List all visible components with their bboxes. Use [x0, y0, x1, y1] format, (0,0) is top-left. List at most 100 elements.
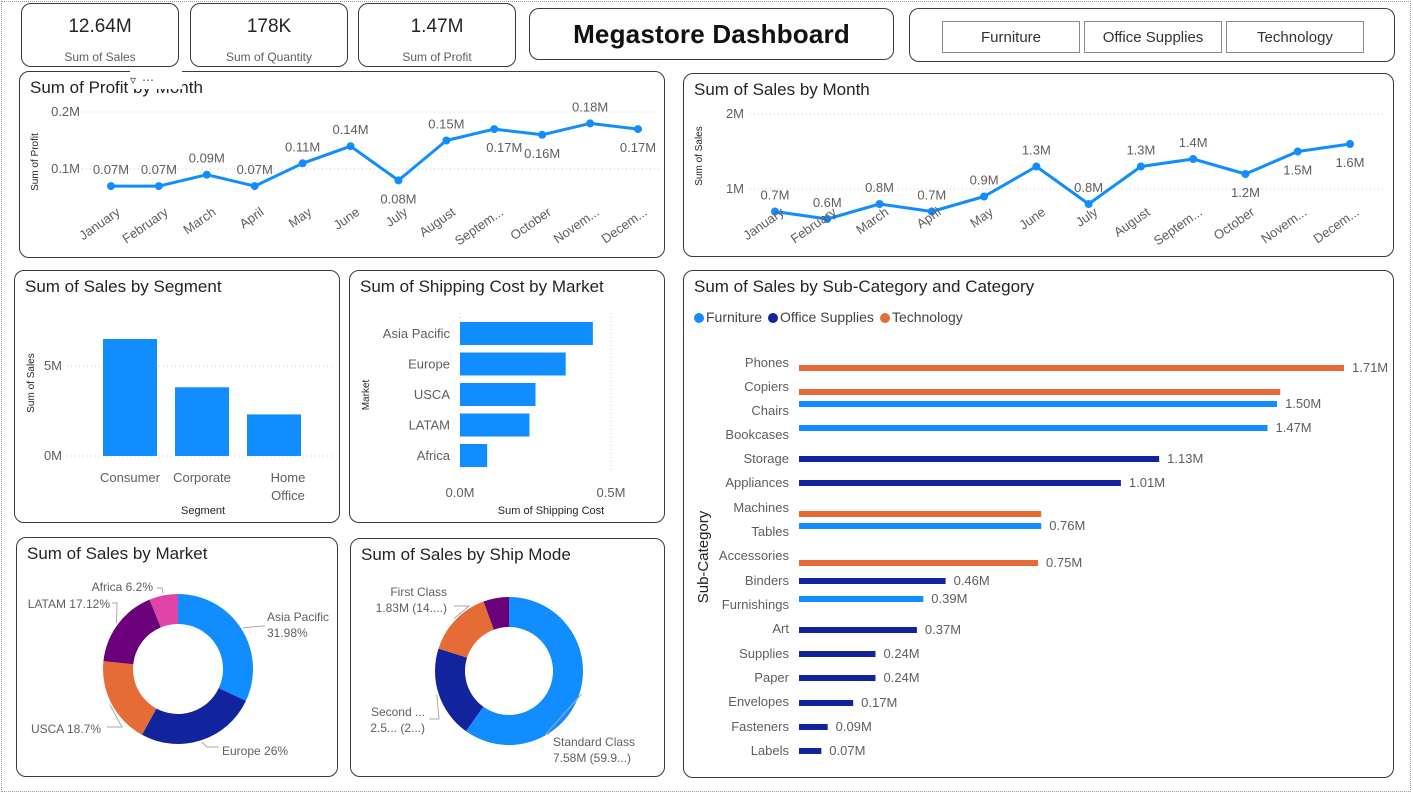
- y-tick-label: Envelopes: [728, 694, 789, 709]
- leader-line: [201, 741, 219, 748]
- series-line: [774, 142, 1351, 221]
- y-tick-label: 0.1M: [51, 161, 80, 176]
- data-label: 1.5M: [1283, 163, 1312, 178]
- data-label: 0.07M: [141, 162, 177, 177]
- slice-label: 31.98%: [267, 626, 308, 640]
- profit-by-month-visual[interactable]: Sum of Profit by Month 0.2M 0.1M Sum of Pr…: [19, 71, 665, 258]
- y-tick-label: 0M: [44, 448, 62, 463]
- x-tick-label: 0.0M: [446, 485, 475, 500]
- x-axis-title: Sum of Shipping Cost: [498, 505, 604, 517]
- kpi-value: 1.47M: [410, 16, 464, 37]
- y-tick-label: 0.2M: [51, 104, 80, 119]
- y-tick-label: Labels: [751, 743, 790, 758]
- y-tick-label: 2M: [726, 106, 744, 121]
- slice-label: Asia Pacific: [267, 610, 329, 624]
- sales-by-month-visual[interactable]: Sum of Sales by Month 2M 1M Sum of Sales 0.…: [683, 73, 1394, 257]
- y-axis-title: Sum of Sales: [26, 353, 37, 412]
- data-point: [586, 119, 595, 128]
- sales-by-subcategory-visual[interactable]: Sum of Sales by Sub-Category and Categor…: [683, 270, 1394, 778]
- slice-label: First Class: [390, 585, 447, 599]
- sales-by-segment-chart: 5M 0M Sum of Sales Segment Consumer Corporate…: [26, 339, 335, 517]
- x-tick-label: January: [76, 204, 123, 243]
- data-label: 0.7M: [917, 188, 946, 203]
- kpi-card-sales[interactable]: 12.64M Sum of Sales: [21, 3, 179, 67]
- y-tick-label: Art: [772, 621, 789, 636]
- data-label: 0.17M: [620, 140, 656, 155]
- bar: [799, 401, 1278, 407]
- x-tick-label: June: [331, 204, 363, 232]
- data-label: 0.09M: [189, 151, 225, 166]
- data-label: 1.6M: [1336, 155, 1365, 170]
- y-tick-label: Binders: [745, 573, 790, 588]
- y-tick-label: Copiers: [744, 379, 789, 394]
- bar: [799, 596, 924, 602]
- y-tick-label: Furnishings: [722, 597, 790, 612]
- dashboard-title-card: Megastore Dashboard: [529, 8, 894, 60]
- x-tick-label: August: [416, 204, 458, 240]
- y-tick-label: Europe: [408, 357, 450, 372]
- bar: [799, 560, 1039, 566]
- slicer-option-technology[interactable]: Technology: [1226, 21, 1364, 53]
- kpi-value: 12.64M: [68, 16, 132, 37]
- data-label: 0.09M: [836, 719, 872, 734]
- y-tick-label: USCA: [414, 387, 450, 402]
- bar: [799, 627, 917, 633]
- data-label: 0.46M: [954, 573, 990, 588]
- y-tick-label: Tables: [751, 524, 789, 539]
- x-tick-label: Corporate: [173, 470, 231, 485]
- slicer-option-office-supplies[interactable]: Office Supplies: [1084, 21, 1222, 53]
- leader-line: [112, 602, 118, 623]
- x-axis-title: Segment: [181, 505, 225, 517]
- slice-label: 7.58M (59.9...): [553, 751, 631, 765]
- kpi-card-profit[interactable]: 1.47M Sum of Profit: [358, 3, 516, 67]
- leader-line: [429, 694, 440, 720]
- data-point: [250, 182, 259, 191]
- sales-by-market-visual[interactable]: Sum of Sales by Market Asia Pacific 31.98…: [16, 537, 338, 777]
- data-label: 0.8M: [1074, 180, 1103, 195]
- x-tick-label: May: [286, 204, 315, 231]
- slice-label: Europe 26%: [222, 744, 288, 758]
- data-label: 0.8M: [865, 180, 894, 195]
- sales-by-shipmode-visual[interactable]: Sum of Sales by Ship Mode Standard Class…: [350, 538, 665, 777]
- data-label: 0.16M: [524, 146, 560, 161]
- filter-icon[interactable]: ▿: [130, 73, 136, 87]
- data-label: 0.18M: [572, 99, 608, 114]
- y-tick-label: 5M: [44, 358, 62, 373]
- sales-by-subcategory-chart: Phones Copiers Chairs Bookcases Storage Appli…: [695, 355, 1388, 758]
- kpi-label: Sum of Quantity: [225, 50, 313, 64]
- data-label: 1.47M: [1276, 420, 1312, 435]
- x-tick-label: October: [507, 204, 554, 243]
- x-tick-label: May: [967, 204, 996, 231]
- x-tick-label: April: [237, 204, 267, 231]
- x-tick-label: Septem...: [1151, 204, 1205, 248]
- y-tick-label: 1M: [726, 181, 744, 196]
- x-tick-label: Home: [271, 470, 306, 485]
- sales-by-segment-visual[interactable]: Sum of Sales by Segment 5M 0M Sum of Sales…: [14, 270, 340, 523]
- data-point: [1189, 155, 1198, 163]
- data-label: 0.24M: [883, 646, 919, 661]
- y-axis-title: Sub-Category: [695, 510, 712, 603]
- kpi-label: Sum of Sales: [64, 50, 136, 64]
- bar: [247, 414, 301, 456]
- data-label: 0.15M: [428, 117, 464, 132]
- more-options-icon[interactable]: ⋯: [142, 73, 154, 87]
- data-label: 0.37M: [925, 622, 961, 637]
- slicer-option-furniture[interactable]: Furniture: [942, 21, 1080, 53]
- visual-header-icons: ▿ ⋯: [130, 71, 182, 89]
- bar: [799, 675, 876, 681]
- kpi-card-quantity[interactable]: 178K Sum of Quantity: [190, 3, 348, 67]
- bar: [799, 511, 1042, 517]
- y-tick-label: Storage: [743, 451, 789, 466]
- x-tick-label: January: [740, 204, 787, 243]
- y-axis-title: Market: [361, 379, 372, 410]
- y-tick-label: Fasteners: [731, 719, 789, 734]
- category-slicer: Furniture Office Supplies Technology: [909, 8, 1395, 62]
- data-point: [1241, 170, 1250, 178]
- bar: [799, 389, 1281, 395]
- x-tick-label: March: [180, 204, 218, 237]
- shipping-cost-by-market-visual[interactable]: Sum of Shipping Cost by Market Asia Paci…: [349, 270, 665, 523]
- shipping-cost-by-market-chart: Asia Pacific Europe USCA LATAM Africa 0.0M 0.5…: [361, 313, 626, 517]
- data-point: [154, 182, 163, 191]
- data-point: [202, 170, 211, 179]
- x-tick-label: 0.5M: [597, 485, 626, 500]
